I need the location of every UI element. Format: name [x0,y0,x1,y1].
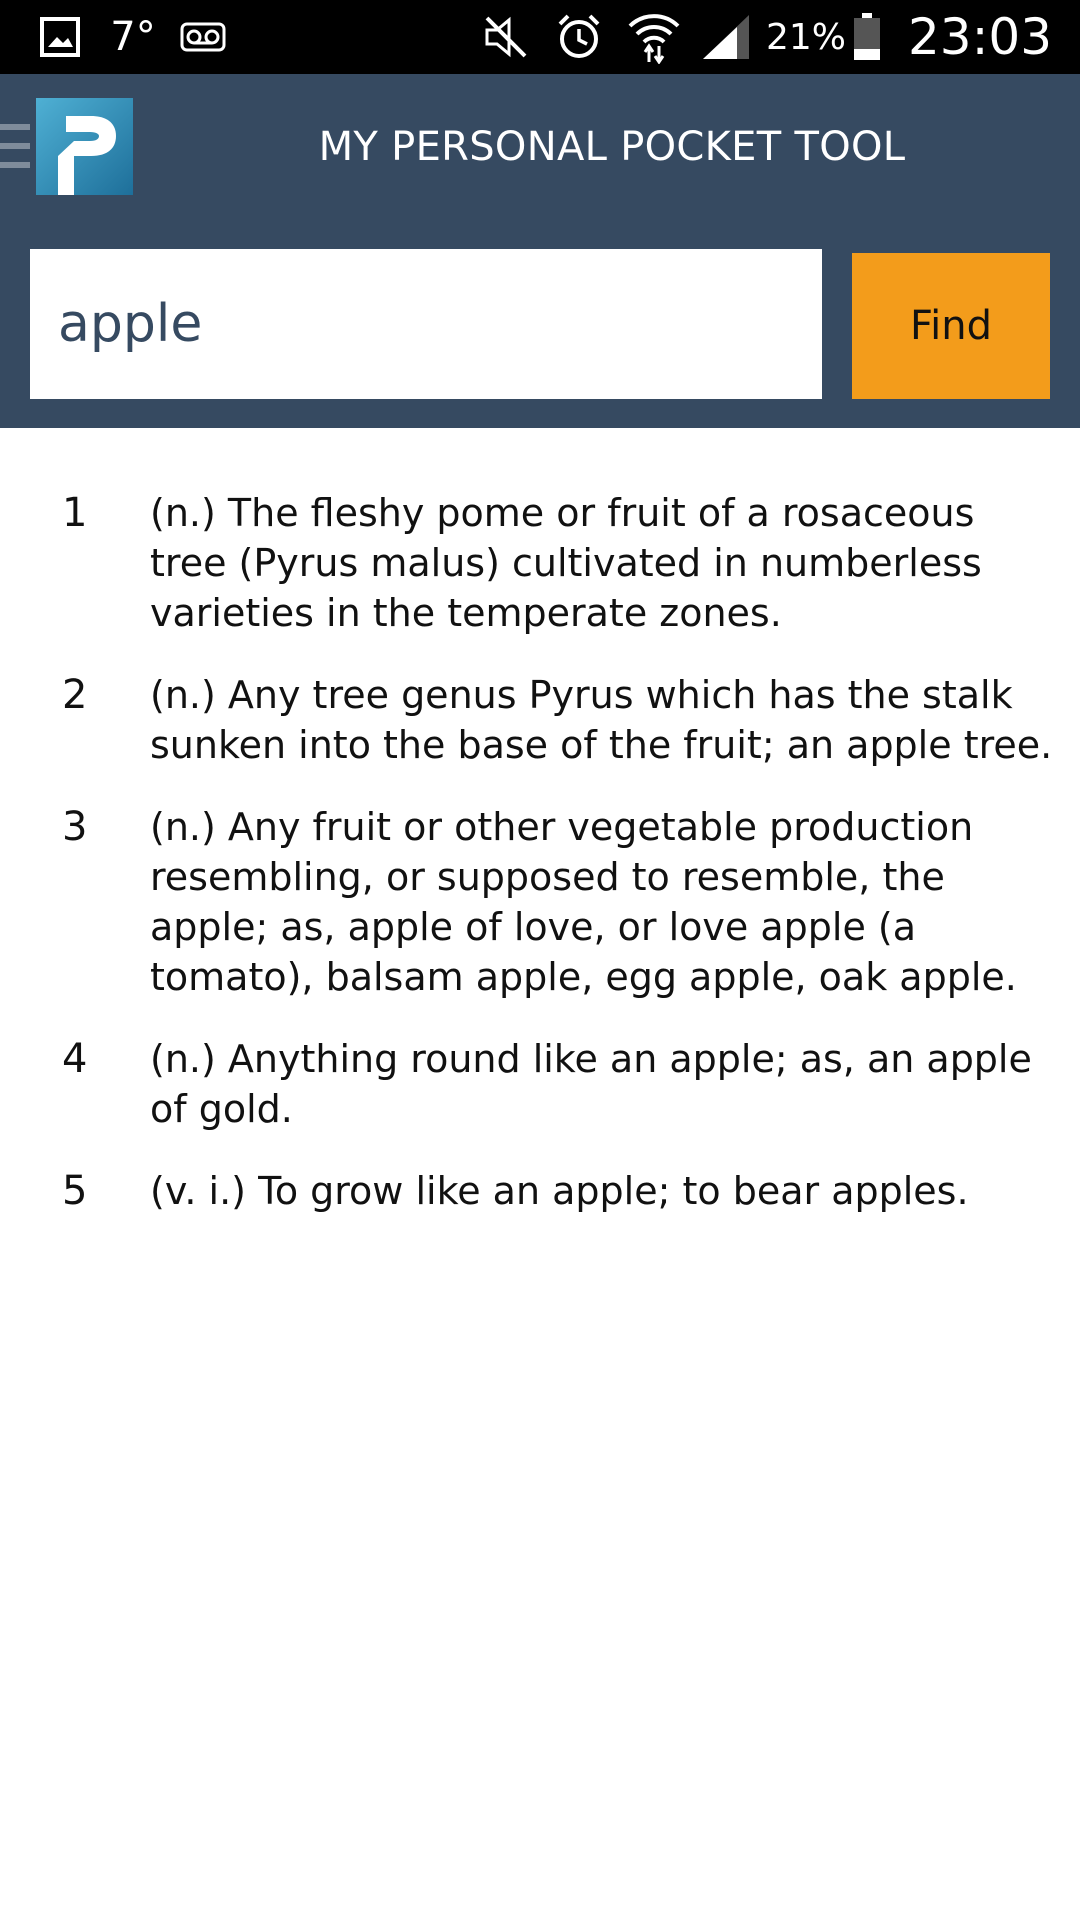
alarm-icon [552,0,606,74]
clock: 23:03 [907,8,1053,66]
definition-item: 5 (v. i.) To grow like an apple; to bear… [0,1166,1080,1216]
battery-percent: 21% [766,16,847,58]
gallery-icon [36,0,84,74]
definition-item: 3 (n.) Any fruit or other vegetable prod… [0,802,1080,1002]
definition-list: 1 (n.) The fleshy pome or fruit of a ros… [0,488,1080,1248]
definition-text: (n.) The fleshy pome or fruit of a rosac… [150,491,982,635]
find-button[interactable]: Find [852,253,1050,399]
voicemail-icon [178,0,228,74]
temperature-label: 7° [110,14,156,60]
mute-icon [478,0,534,74]
definition-number: 3 [62,804,88,850]
drawer-menu-icon[interactable] [0,124,30,168]
definition-text: (v. i.) To grow like an apple; to bear a… [150,1169,969,1213]
definition-number: 5 [62,1168,88,1214]
app-bar: MY PERSONAL POCKET TOOL [0,74,1080,220]
app-logo[interactable] [36,98,133,195]
wifi-icon [624,0,684,74]
definition-item: 2 (n.) Any tree genus Pyrus which has th… [0,670,1080,770]
app-title: MY PERSONAL POCKET TOOL [318,124,906,170]
definition-item: 1 (n.) The fleshy pome or fruit of a ros… [0,488,1080,638]
definition-text: (n.) Any fruit or other vegetable produc… [150,805,1017,999]
search-bar: Find [0,220,1080,428]
status-bar: 7° 21% 23:03 [0,0,1080,74]
definition-number: 2 [62,672,88,718]
definition-text: (n.) Anything round like an apple; as, a… [150,1037,1032,1131]
definition-number: 4 [62,1036,88,1082]
definition-item: 4 (n.) Anything round like an apple; as,… [0,1034,1080,1134]
definition-text: (n.) Any tree genus Pyrus which has the … [150,673,1053,767]
battery-icon [850,0,884,74]
definition-number: 1 [62,490,88,536]
search-input[interactable] [30,249,822,399]
signal-icon [700,0,752,74]
